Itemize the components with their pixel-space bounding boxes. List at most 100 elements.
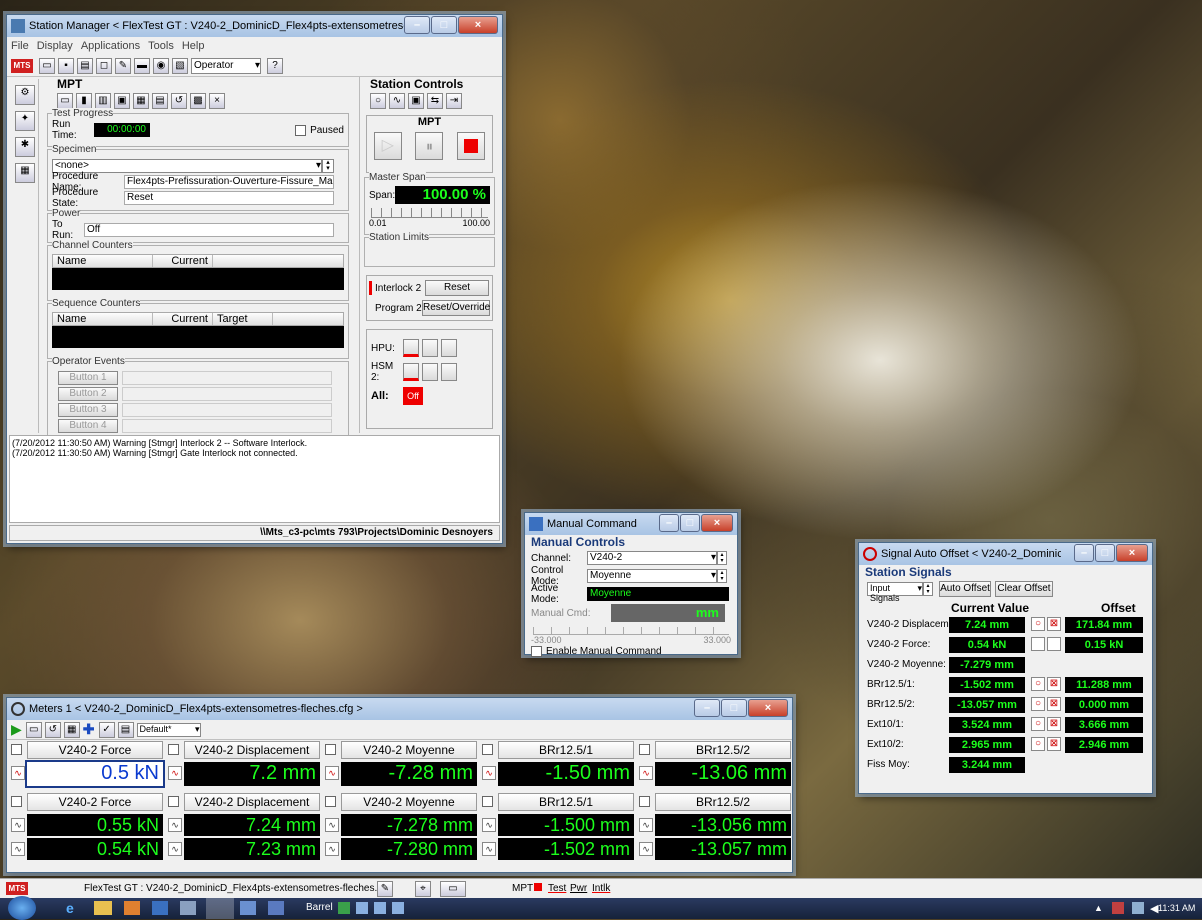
maximize-button[interactable]: □: [721, 699, 747, 717]
meter-checkbox[interactable]: [168, 796, 179, 807]
meter-title[interactable]: V240-2 Force: [27, 741, 163, 759]
peak-valley-icon[interactable]: ∿: [325, 842, 339, 856]
menu-applications[interactable]: Applications: [81, 40, 140, 52]
disabled-offset-button[interactable]: [1031, 637, 1045, 651]
flag-icon[interactable]: [1112, 902, 1124, 914]
peak-valley-icon[interactable]: ∿: [482, 818, 496, 832]
auto-offset-icon[interactable]: ○: [1031, 617, 1045, 631]
reset-override-button[interactable]: Reset/Override: [422, 300, 490, 316]
maximize-button[interactable]: □: [680, 514, 700, 532]
meter-title[interactable]: BRr12.5/2: [655, 741, 791, 759]
peak-valley-icon[interactable]: ∿: [168, 818, 182, 832]
clear-offset-icon[interactable]: ⊠: [1047, 717, 1061, 731]
channel-select[interactable]: V240-2 ▾: [587, 551, 717, 565]
station-setup-icon[interactable]: ⚙: [15, 85, 35, 105]
control-mode-spinner[interactable]: ▴ ▾: [717, 569, 727, 583]
grid-icon[interactable]: ▦: [63, 721, 80, 738]
barrel-label[interactable]: Barrel: [306, 902, 333, 913]
clock[interactable]: 11:31 AM: [1158, 903, 1195, 913]
lock-icon[interactable]: ▩: [190, 93, 206, 109]
layout-icon[interactable]: ▭: [25, 721, 42, 738]
hsm-low-button[interactable]: [422, 363, 438, 381]
report-icon[interactable]: ▤: [152, 93, 168, 109]
help-icon[interactable]: ?: [267, 57, 283, 74]
clear-offset-icon[interactable]: ⊠: [1047, 677, 1061, 691]
peak-valley-icon[interactable]: ∿: [168, 842, 182, 856]
task-icon[interactable]: [268, 901, 284, 915]
peak-valley-icon[interactable]: ∿: [639, 842, 653, 856]
input-signals-spinner[interactable]: ▴ ▾: [923, 582, 933, 596]
clear-offset-button[interactable]: Clear Offset: [995, 581, 1053, 597]
close-button[interactable]: ×: [1116, 544, 1148, 562]
minimize-button[interactable]: –: [694, 699, 720, 717]
peak-valley-icon[interactable]: ∿: [639, 818, 653, 832]
pin-icon[interactable]: ⌖: [415, 881, 431, 897]
meter-title[interactable]: V240-2 Displacement: [184, 793, 320, 811]
auto-offset-button[interactable]: Auto Offset: [939, 581, 991, 597]
menu-display[interactable]: Display: [37, 40, 73, 52]
procedure-icon[interactable]: ✦: [15, 111, 35, 131]
minimize-button[interactable]: –: [659, 514, 679, 532]
arrows-icon[interactable]: ⇆: [427, 93, 443, 109]
manual-cmd-slider[interactable]: [533, 627, 729, 635]
meter-title[interactable]: BRr12.5/1: [498, 793, 634, 811]
pause-button[interactable]: ⏸: [415, 132, 444, 160]
tools-icon[interactable]: ✎: [115, 57, 131, 74]
meter-checkbox[interactable]: [168, 744, 179, 755]
save-preset-icon[interactable]: ▤: [117, 721, 134, 738]
meter-checkbox[interactable]: [325, 796, 336, 807]
explorer-icon[interactable]: [94, 901, 112, 915]
meter-title[interactable]: BRr12.5/1: [498, 741, 634, 759]
meter-type-icon[interactable]: ∿: [168, 766, 182, 780]
menu-tools[interactable]: Tools: [148, 40, 174, 52]
close-icon[interactable]: ×: [209, 93, 225, 109]
clear-offset-icon[interactable]: ⊠: [1047, 737, 1061, 751]
print-icon[interactable]: ▤: [77, 57, 93, 74]
menu-help[interactable]: Help: [182, 40, 205, 52]
station-icon[interactable]: ▣: [408, 93, 424, 109]
monitor-icon[interactable]: ▭: [440, 881, 466, 897]
play-icon[interactable]: ▶: [11, 721, 22, 738]
sequence-icon[interactable]: ▥: [95, 93, 111, 109]
ie-icon[interactable]: e: [66, 900, 82, 916]
meter-title[interactable]: V240-2 Moyenne: [341, 741, 477, 759]
operator-button-2[interactable]: Button 2: [58, 387, 118, 401]
sc-target-header[interactable]: Target: [213, 313, 273, 325]
meter-title[interactable]: BRr12.5/2: [655, 793, 791, 811]
auto-offset-icon[interactable]: ○: [1031, 697, 1045, 711]
record-icon[interactable]: ▣: [114, 93, 130, 109]
circle-icon[interactable]: ○: [370, 93, 386, 109]
tray-icon[interactable]: [356, 902, 368, 914]
meter-type-icon[interactable]: ∿: [325, 766, 339, 780]
hpu-high-button[interactable]: [441, 339, 457, 357]
grid-icon[interactable]: ▦: [133, 93, 149, 109]
peak-valley-icon[interactable]: ∿: [11, 818, 25, 832]
meter-type-icon[interactable]: ∿: [482, 766, 496, 780]
pen-icon[interactable]: ✎: [377, 881, 393, 897]
paused-checkbox[interactable]: [295, 124, 307, 136]
control-mode-select[interactable]: Moyenne ▾: [587, 569, 717, 583]
enable-manual-checkbox[interactable]: [531, 645, 542, 657]
clear-offset-icon[interactable]: ⊠: [1047, 617, 1061, 631]
app-icon[interactable]: [152, 901, 168, 915]
auto-offset-icon[interactable]: ○: [1031, 737, 1045, 751]
meter-checkbox[interactable]: [639, 744, 650, 755]
meter-title[interactable]: V240-2 Moyenne: [341, 793, 477, 811]
reset-icon[interactable]: ↺: [44, 721, 61, 738]
station-manager-titlebar[interactable]: Station Manager < FlexTest GT : V240-2_D…: [7, 15, 502, 37]
start-button[interactable]: [8, 896, 36, 920]
disabled-clear-button[interactable]: [1047, 637, 1061, 651]
all-off-button[interactable]: Off: [403, 387, 423, 405]
peak-valley-icon[interactable]: ∿: [482, 842, 496, 856]
signal-offset-titlebar[interactable]: Signal Auto Offset < V240-2_DominicD_Fle…: [859, 543, 1152, 565]
sc-current-header[interactable]: Current: [153, 313, 213, 325]
channel-spinner[interactable]: ▴ ▾: [717, 551, 727, 565]
meter-checkbox[interactable]: [11, 744, 22, 755]
outlook-icon[interactable]: [124, 901, 140, 915]
minimize-button[interactable]: –: [404, 16, 430, 34]
meter-checkbox[interactable]: [482, 744, 493, 755]
operator-button-1[interactable]: Button 1: [58, 371, 118, 385]
monitor-app-icon[interactable]: [180, 901, 196, 915]
meter-checkbox[interactable]: [325, 744, 336, 755]
span-slider[interactable]: [371, 208, 488, 218]
